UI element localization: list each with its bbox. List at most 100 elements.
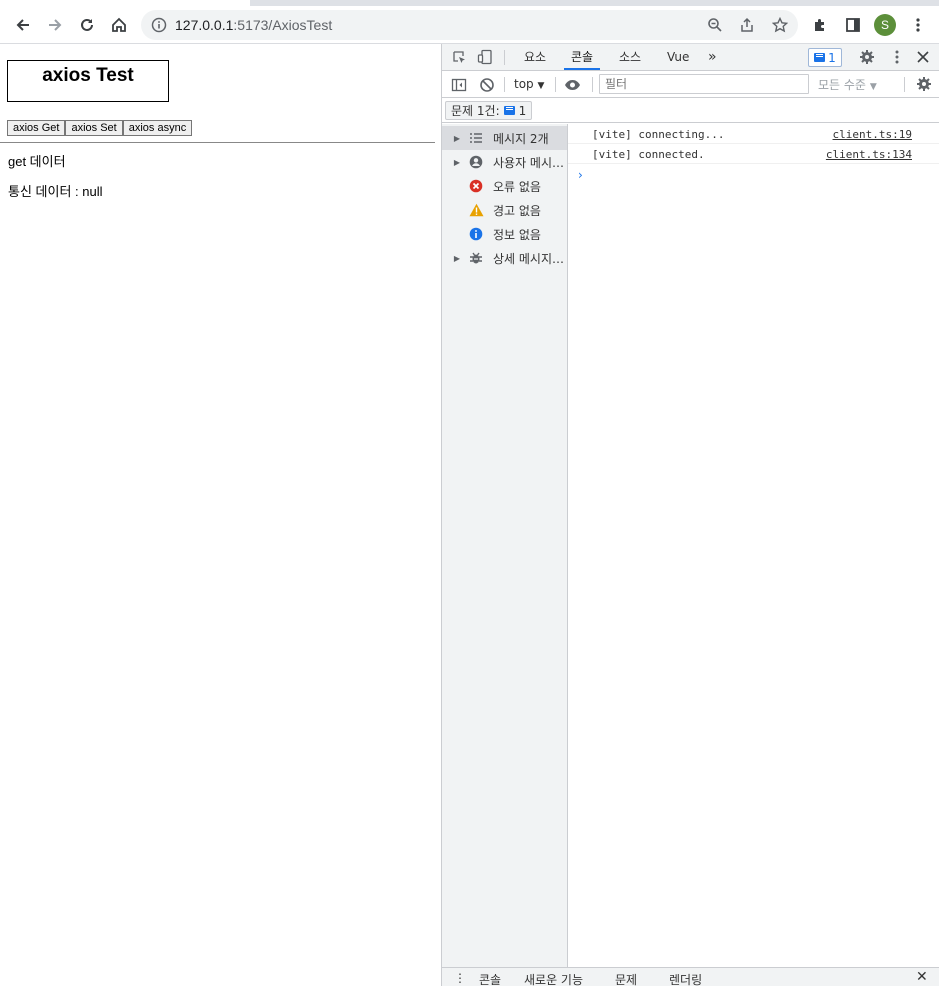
tab-console[interactable]: 콘솔 bbox=[564, 44, 601, 70]
expand-triangle-icon: ▶ bbox=[453, 133, 461, 143]
sidebar-item-label: 상세 메시지 없음 bbox=[493, 251, 567, 266]
profile-avatar[interactable]: S bbox=[874, 14, 896, 36]
sidebar-item-label: 경고 없음 bbox=[493, 203, 541, 218]
home-icon bbox=[112, 17, 126, 32]
bar-separator bbox=[592, 77, 593, 92]
message-icon bbox=[503, 106, 515, 115]
tab-sources[interactable]: 소스 bbox=[619, 44, 641, 70]
issues-button[interactable]: 문제 1건: 1 bbox=[445, 101, 533, 120]
reload-icon bbox=[81, 18, 93, 31]
devtools-tabbar: 요소 콘솔 소스 Vue » 1 bbox=[442, 44, 939, 71]
issues-badge-count: 1 bbox=[828, 50, 836, 65]
settings-icon[interactable] bbox=[859, 49, 875, 65]
bug-icon bbox=[468, 250, 484, 266]
drawer-tab-console[interactable]: 콘솔 bbox=[479, 971, 501, 986]
issues-count: 1 bbox=[518, 103, 527, 118]
sidebar-item-errors[interactable]: 오류 없음 bbox=[442, 174, 567, 198]
eye-icon[interactable] bbox=[564, 77, 581, 93]
tab-vue[interactable]: Vue bbox=[667, 44, 689, 70]
page-content: axios Test axios Get axios Set axios asy… bbox=[0, 44, 441, 986]
drawer-tab-issues[interactable]: 문제 bbox=[615, 971, 637, 986]
browser-toolbar: 127.0.0.1:5173/AxiosTest S bbox=[0, 6, 939, 44]
log-levels-label: 모든 수준 bbox=[818, 78, 866, 92]
get-data-text: get 데이터 bbox=[8, 154, 66, 169]
drawer-tab-whats-new[interactable]: 새로운 기능 bbox=[524, 971, 583, 986]
drawer-tab-rendering[interactable]: 렌더링 bbox=[669, 971, 702, 986]
warning-icon bbox=[468, 202, 484, 218]
devtools-panel: 요소 콘솔 소스 Vue » 1 top ▼ 모든 수준 ▼ 문제 1건: 1 … bbox=[441, 44, 939, 986]
sidebar-item-info[interactable]: 정보 없음 bbox=[442, 222, 567, 246]
response-data-text: 통신 데이터 : null bbox=[8, 184, 103, 199]
user-icon bbox=[468, 154, 484, 170]
kebab-menu-icon[interactable]: ⋮ bbox=[454, 971, 466, 985]
axios-get-button[interactable]: axios Get bbox=[7, 120, 66, 136]
sidebar-item-label: 정보 없음 bbox=[493, 227, 541, 242]
address-bar[interactable]: 127.0.0.1:5173/AxiosTest bbox=[141, 10, 798, 40]
console-toolbar: top ▼ 모든 수준 ▼ bbox=[442, 71, 939, 98]
close-icon[interactable]: ✕ bbox=[916, 969, 928, 985]
console-sidebar: ▶ 메시지 2개 ▶ 사용자 메시지 없음 오류 없음 경고 없음 정보 없음 … bbox=[442, 124, 568, 967]
log-message: [vite] connected. bbox=[592, 148, 705, 161]
sidebar-item-label: 오류 없음 bbox=[493, 179, 541, 194]
info-icon bbox=[468, 226, 484, 242]
message-icon bbox=[814, 53, 826, 62]
console-prompt[interactable]: › bbox=[578, 168, 583, 182]
issues-label: 문제 1건: bbox=[451, 104, 500, 118]
clear-console-icon[interactable] bbox=[479, 77, 495, 93]
sidebar-item-label: 메시지 2개 bbox=[493, 131, 549, 146]
kebab-menu-icon[interactable] bbox=[889, 49, 905, 65]
close-icon[interactable] bbox=[916, 50, 930, 64]
device-toolbar-icon[interactable] bbox=[477, 49, 493, 65]
bar-separator bbox=[504, 77, 505, 92]
axios-async-button[interactable]: axios async bbox=[122, 120, 193, 136]
log-source-link[interactable]: client.ts:19 bbox=[833, 128, 912, 141]
zoom-icon[interactable] bbox=[707, 17, 723, 33]
bar-separator bbox=[904, 77, 905, 92]
expand-triangle-icon: ▶ bbox=[453, 157, 461, 167]
url-text: 127.0.0.1:5173/AxiosTest bbox=[175, 17, 333, 33]
settings-icon[interactable] bbox=[916, 76, 932, 92]
tab-separator bbox=[504, 50, 505, 65]
axios-set-button[interactable]: axios Set bbox=[65, 120, 123, 136]
dropdown-arrow-icon: ▼ bbox=[537, 81, 545, 91]
sidebar-item-user-messages[interactable]: ▶ 사용자 메시지 없음 bbox=[442, 150, 567, 174]
sidebar-item-verbose[interactable]: ▶ 상세 메시지 없음 bbox=[442, 246, 567, 270]
issues-bar: 문제 1건: 1 bbox=[442, 98, 939, 123]
log-levels-dropdown[interactable]: 모든 수준 ▼ bbox=[818, 76, 877, 93]
title-box: axios Test bbox=[7, 60, 169, 102]
console-log-row: [vite] connected. client.ts:134 bbox=[568, 144, 939, 164]
share-icon[interactable] bbox=[739, 17, 755, 33]
bar-separator bbox=[555, 77, 556, 92]
inspect-icon[interactable] bbox=[452, 50, 467, 65]
arrow-left-icon bbox=[16, 19, 29, 31]
sidebar-item-warnings[interactable]: 경고 없음 bbox=[442, 198, 567, 222]
extensions-icon[interactable] bbox=[812, 17, 828, 33]
sidebar-toggle-icon[interactable] bbox=[451, 77, 467, 93]
forward-button[interactable] bbox=[40, 10, 70, 40]
divider bbox=[0, 142, 435, 143]
reload-button[interactable] bbox=[72, 10, 102, 40]
button-row: axios Get axios Set axios async bbox=[7, 120, 193, 136]
context-selector[interactable]: top ▼ bbox=[514, 77, 544, 91]
drawer-tabbar: ⋮ 콘솔 새로운 기능 문제 렌더링 ✕ bbox=[442, 967, 939, 986]
kebab-menu-icon[interactable] bbox=[910, 17, 926, 33]
home-button[interactable] bbox=[104, 10, 134, 40]
list-icon bbox=[468, 130, 484, 146]
info-icon bbox=[151, 17, 167, 33]
context-value: top bbox=[514, 77, 534, 91]
star-icon[interactable] bbox=[772, 17, 788, 33]
more-tabs-button[interactable]: » bbox=[708, 44, 717, 70]
log-message: [vite] connecting... bbox=[592, 128, 725, 141]
sidebar-item-label: 사용자 메시지 없음 bbox=[493, 155, 567, 170]
log-source-link[interactable]: client.ts:134 bbox=[826, 148, 912, 161]
filter-input[interactable] bbox=[599, 74, 809, 94]
dropdown-arrow-icon: ▼ bbox=[869, 82, 877, 92]
page-title: axios Test bbox=[42, 65, 134, 86]
arrow-right-icon bbox=[49, 19, 62, 31]
issues-badge[interactable]: 1 bbox=[808, 48, 842, 67]
tab-elements[interactable]: 요소 bbox=[524, 44, 546, 70]
side-panel-icon[interactable] bbox=[845, 17, 861, 33]
sidebar-item-messages[interactable]: ▶ 메시지 2개 bbox=[442, 126, 567, 150]
back-button[interactable] bbox=[8, 10, 38, 40]
expand-triangle-icon: ▶ bbox=[453, 253, 461, 263]
